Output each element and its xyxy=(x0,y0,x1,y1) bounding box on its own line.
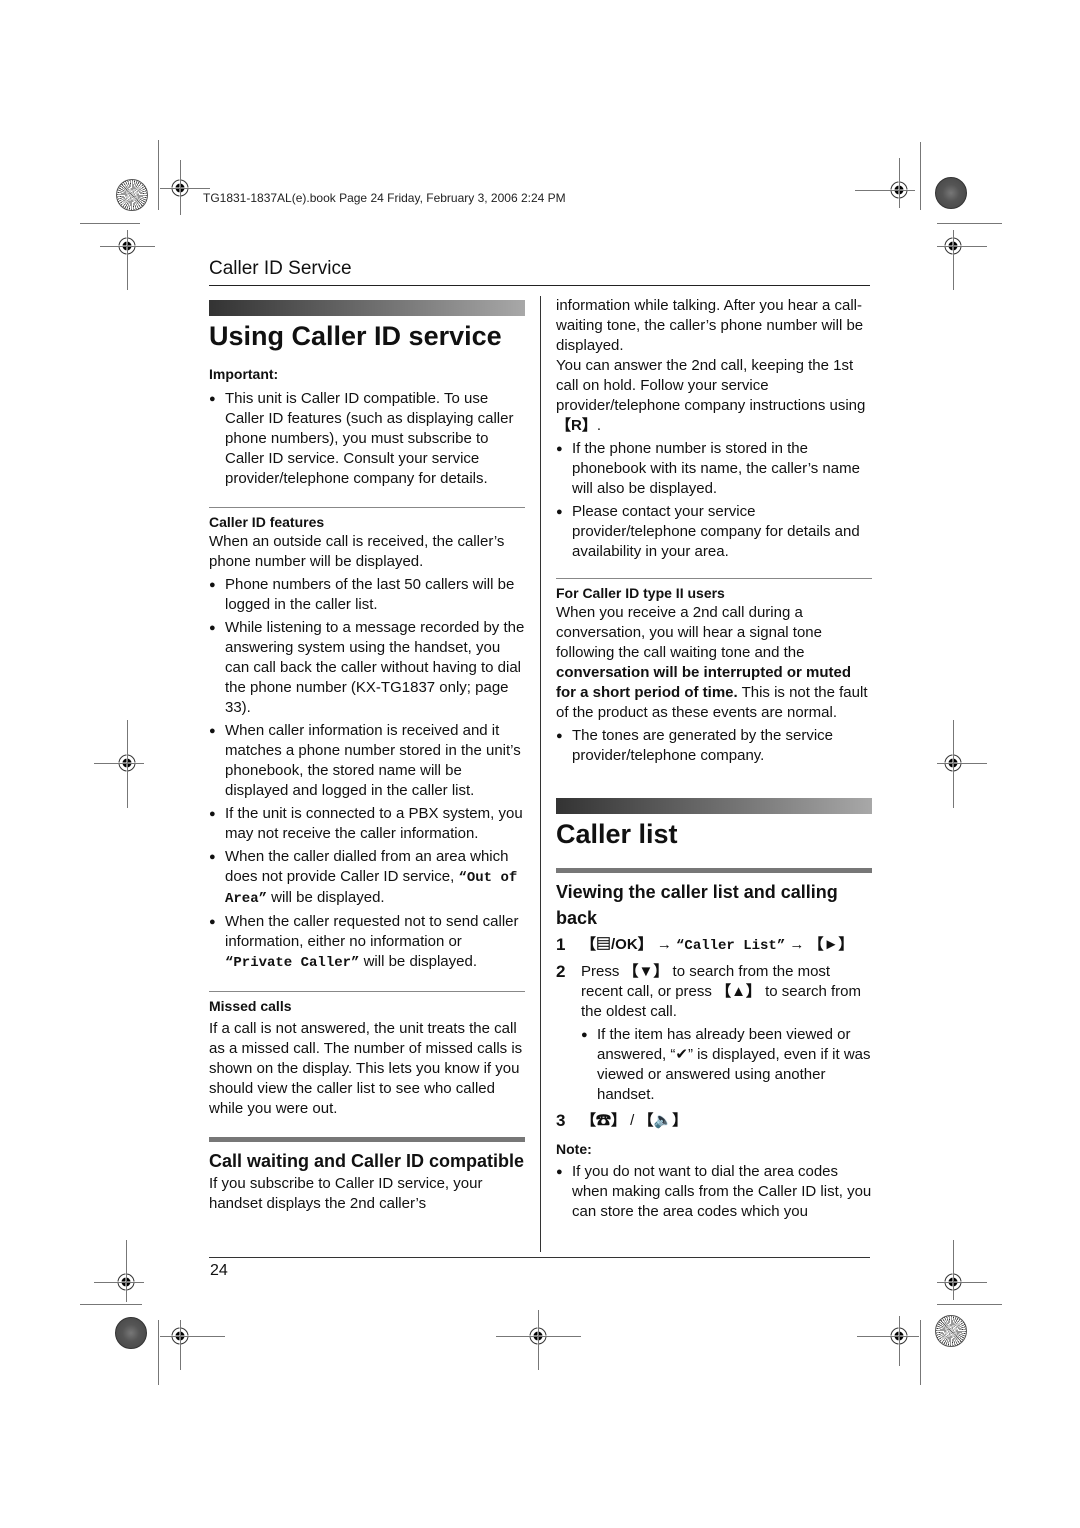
crop-line xyxy=(94,763,144,764)
speaker-key-icon: 【🔈】 xyxy=(638,1112,688,1129)
crop-line xyxy=(80,223,140,224)
title-bar xyxy=(556,798,872,814)
important-label: Important: xyxy=(209,366,279,382)
type2-label: For Caller ID type II users xyxy=(556,585,725,601)
features-bullet: Phone numbers of the last 50 callers wil… xyxy=(209,575,525,615)
bullet-text: will be displayed. xyxy=(359,953,477,970)
page-number: 24 xyxy=(210,1262,228,1279)
viewing-title: Viewing the caller list and calling back xyxy=(556,882,838,928)
crop-line xyxy=(937,1304,1002,1305)
crop-line xyxy=(920,1320,921,1385)
step-2: 2 Press 【▼】 to search from the most rece… xyxy=(556,962,872,1105)
crop-line xyxy=(937,763,987,764)
step-3: 3 【☎】 / 【🔈】 xyxy=(556,1111,872,1131)
type2-text: When you receive a 2nd call during a con… xyxy=(556,603,872,723)
arrow-icon: → xyxy=(652,936,677,953)
caller-list-title: Caller list xyxy=(556,819,678,849)
column-divider xyxy=(540,296,541,1252)
answer-text: You can answer the 2nd call, keeping the… xyxy=(556,356,872,436)
note-bullet: If you do not want to dial the area code… xyxy=(556,1162,872,1222)
crop-line xyxy=(920,142,921,210)
separator: / xyxy=(626,1112,639,1129)
up-key-icon: 【▲】 xyxy=(716,983,761,1000)
features-label: Caller ID features xyxy=(209,514,325,530)
crop-line xyxy=(538,1310,539,1370)
crop-line xyxy=(953,230,954,290)
display-text: “Caller List” xyxy=(676,938,786,954)
crop-line xyxy=(160,188,210,189)
crop-line xyxy=(180,1320,181,1370)
arrow-icon: → xyxy=(785,936,809,953)
crop-line xyxy=(160,1336,225,1337)
subsection-bar xyxy=(209,1137,525,1142)
left-column: Using Caller ID service Important: This … xyxy=(209,300,525,1214)
info-bullet: If the phone number is stored in the pho… xyxy=(556,439,872,499)
book-header: TG1831-1837AL(e).book Page 24 Friday, Fe… xyxy=(203,191,566,205)
down-key-icon: 【▼】 xyxy=(623,963,669,980)
color-target-icon xyxy=(116,179,148,211)
crop-line xyxy=(899,1316,900,1366)
crop-line xyxy=(937,1282,987,1283)
subsection-bar xyxy=(556,868,872,873)
crop-line xyxy=(127,230,128,290)
crop-line xyxy=(899,158,900,208)
crop-line xyxy=(126,1240,127,1302)
crop-line xyxy=(94,1282,144,1283)
missed-calls-label: Missed calls xyxy=(209,998,292,1014)
crop-line xyxy=(180,160,181,215)
crop-line xyxy=(80,1304,142,1305)
call-waiting-text: If you subscribe to Caller ID service, y… xyxy=(209,1175,483,1212)
crop-line xyxy=(857,1336,919,1337)
section-header: Caller ID Service xyxy=(209,258,352,279)
crop-line xyxy=(937,223,1002,224)
crop-line xyxy=(937,246,987,247)
color-target-icon xyxy=(115,1317,147,1349)
divider xyxy=(209,507,525,508)
section-rule xyxy=(209,285,870,286)
divider xyxy=(209,991,525,992)
body-text: You can answer the 2nd call, keeping the… xyxy=(556,357,866,414)
step-sub-bullet: If the item has already been viewed or a… xyxy=(581,1025,872,1105)
step-number: 2 xyxy=(556,962,566,981)
right-key-icon: 【►】 xyxy=(808,936,854,953)
info-bullet: Please contact your service provider/tel… xyxy=(556,502,872,562)
body-text: . xyxy=(596,417,602,434)
menu-key-icon: 【▤/OK】 xyxy=(581,936,653,953)
body-text: When you receive a 2nd call during a con… xyxy=(556,604,822,661)
crop-line xyxy=(158,1320,159,1385)
crop-line xyxy=(855,190,915,191)
r-key-icon: 【R】 xyxy=(556,417,597,434)
crop-line xyxy=(127,720,128,808)
talk-key-icon: 【☎】 xyxy=(581,1112,627,1129)
continued-text: information while talking. After you hea… xyxy=(556,297,864,354)
important-bullet: This unit is Caller ID compatible. To us… xyxy=(209,389,525,489)
type2-bullet: The tones are generated by the service p… xyxy=(556,726,872,766)
features-intro: When an outside call is received, the ca… xyxy=(209,533,505,570)
call-waiting-title: Call waiting and Caller ID compatible xyxy=(209,1151,525,1171)
title-bar xyxy=(209,300,525,316)
features-bullet-out-of-area: When the caller dialled from an area whi… xyxy=(209,847,525,909)
right-column: information while talking. After you hea… xyxy=(556,296,872,1222)
crop-line xyxy=(158,140,159,210)
missed-calls-text: If a call is not answered, the unit trea… xyxy=(209,1020,523,1117)
crop-line xyxy=(953,1240,954,1300)
color-target-icon xyxy=(935,1315,967,1347)
color-target-icon xyxy=(935,177,967,209)
divider xyxy=(556,578,872,579)
features-bullet-private-caller: When the caller requested not to send ca… xyxy=(209,912,525,973)
bullet-text: When the caller requested not to send ca… xyxy=(225,913,519,950)
step-text: Press xyxy=(581,963,624,980)
step-number: 3 xyxy=(556,1111,566,1130)
note-label: Note: xyxy=(556,1141,592,1157)
features-bullet: When caller information is received and … xyxy=(209,721,525,801)
features-bullet: If the unit is connected to a PBX system… xyxy=(209,804,525,844)
page-title: Using Caller ID service xyxy=(209,321,502,351)
footer-rule xyxy=(209,1257,870,1258)
features-bullet: While listening to a message recorded by… xyxy=(209,618,525,718)
step-1: 1 【▤/OK】 → “Caller List” → 【►】 xyxy=(556,935,872,956)
bullet-text: will be displayed. xyxy=(267,889,385,906)
display-text: “Private Caller” xyxy=(225,955,360,971)
crop-line xyxy=(953,720,954,808)
step-number: 1 xyxy=(556,935,566,954)
